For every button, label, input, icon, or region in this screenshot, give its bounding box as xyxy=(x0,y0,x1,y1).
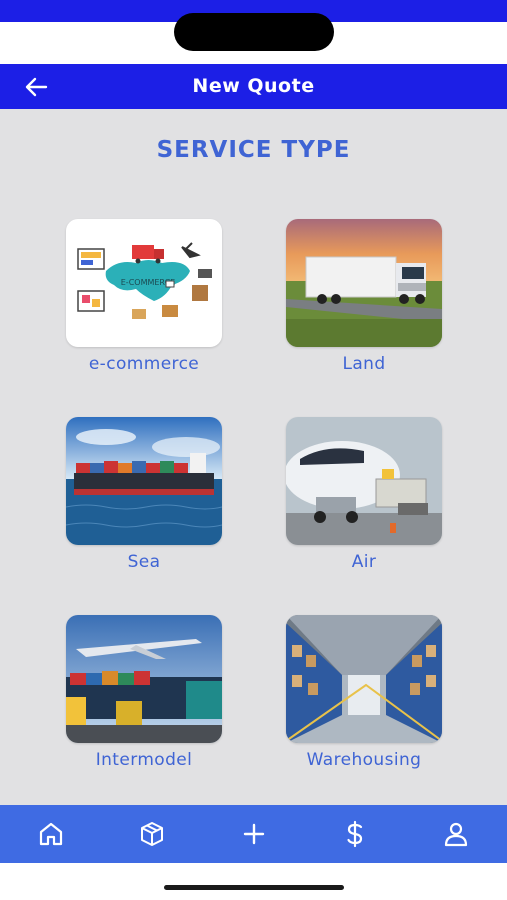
service-label-air: Air xyxy=(351,552,377,572)
service-card-land[interactable]: Land xyxy=(284,219,444,374)
nav-profile-button[interactable] xyxy=(441,819,471,849)
service-card-warehousing[interactable]: Warehousing xyxy=(284,615,444,770)
nav-pricing-button[interactable] xyxy=(340,819,370,849)
service-label-sea: Sea xyxy=(127,552,161,572)
air-image xyxy=(286,417,442,545)
warehousing-image xyxy=(286,615,442,743)
page-title: New Quote xyxy=(192,75,315,97)
sea-image xyxy=(66,417,222,545)
section-title: SERVICE TYPE xyxy=(156,137,351,163)
ecommerce-image: E-COMMERCE xyxy=(66,219,222,347)
service-card-air[interactable]: Air xyxy=(284,417,444,572)
service-card-sea[interactable]: Sea xyxy=(64,417,224,572)
service-label-intermodel: Intermodel xyxy=(95,750,193,770)
intermodel-image xyxy=(66,615,222,743)
bottom-nav xyxy=(0,805,507,863)
service-label-warehousing: Warehousing xyxy=(306,750,422,770)
nav-home-button[interactable] xyxy=(36,819,66,849)
service-label-ecommerce: e-commerce xyxy=(88,354,200,374)
package-icon xyxy=(141,822,163,846)
nav-package-button[interactable] xyxy=(137,819,167,849)
plus-icon xyxy=(243,823,265,845)
home-indicator xyxy=(164,885,344,890)
dynamic-island xyxy=(174,13,334,51)
service-card-ecommerce[interactable]: E-COMMERCE e-commerce xyxy=(64,219,224,374)
nav-add-button[interactable] xyxy=(239,819,269,849)
user-icon xyxy=(444,822,468,847)
main-content: SERVICE TYPE E-COMMERCE e-commerce Land … xyxy=(0,109,507,805)
service-card-intermodel[interactable]: Intermodel xyxy=(64,615,224,770)
home-icon xyxy=(39,822,63,846)
land-image xyxy=(286,219,442,347)
app-header: New Quote xyxy=(0,64,507,109)
dollar-icon xyxy=(347,820,363,848)
service-label-land: Land xyxy=(342,354,386,374)
